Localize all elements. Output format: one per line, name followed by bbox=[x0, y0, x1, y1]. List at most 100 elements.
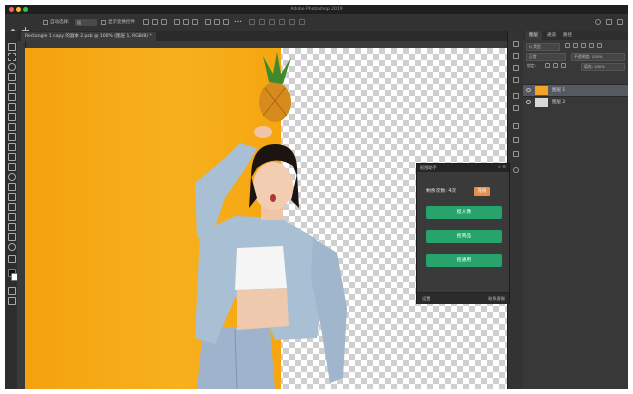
align-bottom-icon[interactable] bbox=[192, 19, 198, 25]
3d-scale-icon[interactable] bbox=[299, 19, 305, 25]
home-icon[interactable] bbox=[10, 19, 16, 34]
more-options-icon[interactable]: ••• bbox=[234, 19, 242, 26]
zoom-tool-icon[interactable] bbox=[8, 243, 16, 251]
move-tool-icon[interactable] bbox=[8, 43, 16, 51]
character-icon[interactable] bbox=[513, 105, 519, 111]
filter-adjust-icon[interactable] bbox=[573, 43, 578, 48]
filter-type-icon[interactable] bbox=[581, 43, 586, 48]
tab-paths[interactable]: 路径 bbox=[559, 31, 576, 40]
brushes-icon[interactable] bbox=[513, 65, 519, 71]
align-left-icon[interactable] bbox=[143, 19, 149, 25]
marquee-tool-icon[interactable] bbox=[8, 53, 16, 61]
brush-tool-icon[interactable] bbox=[8, 123, 16, 131]
document-tab-label: Rectangle 1 copy 的副本 2.psb @ 100% (图层 1,… bbox=[25, 34, 152, 39]
align-middle-icon[interactable] bbox=[183, 19, 189, 25]
layer-thumbnail bbox=[535, 86, 548, 95]
cutout-product-button[interactable]: 抠商品 bbox=[426, 230, 502, 243]
ai-icon[interactable] bbox=[513, 93, 519, 99]
quick-select-tool-icon[interactable] bbox=[8, 73, 16, 81]
opacity-value: 不透明度: 100% bbox=[574, 54, 603, 59]
blend-mode-value: 正常 bbox=[529, 54, 537, 59]
visibility-eye-icon[interactable] bbox=[526, 100, 531, 104]
eyedropper-tool-icon[interactable] bbox=[8, 103, 16, 111]
fill-field[interactable]: 填充: 100% bbox=[581, 63, 625, 71]
shape-tool-icon[interactable] bbox=[8, 223, 16, 231]
lasso-tool-icon[interactable] bbox=[8, 63, 16, 71]
plugin-title: 抠图助手 bbox=[420, 165, 437, 170]
distribute-icon[interactable] bbox=[205, 19, 211, 25]
show-transform-checkbox[interactable] bbox=[101, 20, 106, 25]
distribute-v-icon[interactable] bbox=[223, 19, 229, 25]
lock-position-icon[interactable] bbox=[553, 63, 558, 68]
screen-mode-icon[interactable] bbox=[8, 297, 16, 305]
settings-link[interactable]: 设置 bbox=[422, 293, 430, 304]
dodge-tool-icon[interactable] bbox=[8, 183, 16, 191]
lock-label: 锁定: bbox=[527, 63, 536, 68]
workspace-icon[interactable] bbox=[606, 19, 612, 25]
remaining-count: 剩余次数: 4次 bbox=[426, 189, 457, 194]
libraries-icon[interactable] bbox=[513, 137, 519, 143]
clone-stamp-tool-icon[interactable] bbox=[8, 133, 16, 141]
move-tool-icon[interactable] bbox=[22, 19, 29, 34]
filter-shape-icon[interactable] bbox=[589, 43, 594, 48]
cutout-general-label: 抠通用 bbox=[456, 258, 472, 263]
actions-icon[interactable] bbox=[513, 53, 519, 59]
frame-tool-icon[interactable] bbox=[8, 93, 16, 101]
filter-pixel-icon[interactable] bbox=[565, 43, 570, 48]
cutout-general-button[interactable]: 抠通用 bbox=[426, 254, 502, 267]
tab-channels[interactable]: 通道 bbox=[543, 31, 560, 40]
distribute-h-icon[interactable] bbox=[214, 19, 220, 25]
visibility-eye-icon[interactable] bbox=[526, 88, 531, 92]
cutout-portrait-button[interactable]: 抠人像 bbox=[426, 206, 502, 219]
search-icon[interactable] bbox=[595, 19, 601, 25]
layers-panel: 图层 通道 路径 Q 类型 正常 不透明度: 100% 锁定: 填充: 100%… bbox=[523, 31, 628, 389]
layer-thumbnail bbox=[535, 98, 548, 107]
gradient-tool-icon[interactable] bbox=[8, 163, 16, 171]
plugin-header: 抠图助手 « ≡ bbox=[417, 164, 509, 172]
auto-select-checkbox[interactable] bbox=[43, 20, 48, 25]
3d-roll-icon[interactable] bbox=[269, 19, 275, 25]
history-brush-tool-icon[interactable] bbox=[8, 143, 16, 151]
blend-mode-dropdown[interactable]: 正常 bbox=[526, 53, 566, 61]
recharge-button[interactable]: 充值 bbox=[474, 187, 490, 196]
filter-smart-icon[interactable] bbox=[597, 43, 602, 48]
panel-menu-icon[interactable]: « ≡ bbox=[498, 164, 506, 172]
3d-drag-icon[interactable] bbox=[279, 19, 285, 25]
crop-tool-icon[interactable] bbox=[8, 83, 16, 91]
lock-icon[interactable] bbox=[545, 63, 550, 68]
auto-select-target-dropdown[interactable]: 组 bbox=[75, 19, 97, 26]
layer-row[interactable]: 图层 1 bbox=[523, 84, 628, 96]
align-center-icon[interactable] bbox=[152, 19, 158, 25]
tab-layers[interactable]: 图层 bbox=[525, 31, 542, 40]
cutout-portrait-label: 抠人像 bbox=[456, 210, 472, 215]
photoshop-window: Adobe Photoshop 2019 自动选择: 组 显示变换控件 ••• bbox=[5, 5, 628, 389]
more-tools-icon[interactable] bbox=[8, 255, 16, 263]
properties-icon[interactable] bbox=[513, 151, 519, 157]
path-select-tool-icon[interactable] bbox=[8, 213, 16, 221]
3d-rotate-icon[interactable] bbox=[259, 19, 265, 25]
3d-mode-icon[interactable] bbox=[249, 19, 255, 25]
type-tool-icon[interactable] bbox=[8, 203, 16, 211]
layer-row[interactable]: 图层 2 bbox=[523, 96, 628, 108]
history-icon[interactable] bbox=[513, 41, 519, 47]
plugin-icon[interactable] bbox=[513, 167, 519, 173]
auto-select-target-value: 组 bbox=[77, 20, 81, 25]
align-top-icon[interactable] bbox=[174, 19, 180, 25]
healing-brush-tool-icon[interactable] bbox=[8, 113, 16, 121]
paragraph-icon[interactable] bbox=[513, 123, 519, 129]
contact-support-link[interactable]: 联系客服 bbox=[488, 293, 505, 304]
eraser-tool-icon[interactable] bbox=[8, 153, 16, 161]
document-tab[interactable]: Rectangle 1 copy 的副本 2.psb @ 100% (图层 1,… bbox=[21, 32, 156, 41]
share-icon[interactable] bbox=[617, 19, 623, 25]
opacity-field[interactable]: 不透明度: 100% bbox=[571, 53, 625, 61]
adjustments-icon[interactable] bbox=[513, 77, 519, 83]
lock-all-icon[interactable] bbox=[561, 63, 566, 68]
layer-kind-filter[interactable]: Q 类型 bbox=[526, 43, 560, 51]
align-right-icon[interactable] bbox=[161, 19, 167, 25]
blur-tool-icon[interactable] bbox=[8, 173, 16, 181]
pen-tool-icon[interactable] bbox=[8, 193, 16, 201]
quick-mask-icon[interactable] bbox=[8, 287, 16, 295]
hand-tool-icon[interactable] bbox=[8, 233, 16, 241]
fill-value: 填充: 100% bbox=[584, 64, 605, 69]
3d-slide-icon[interactable] bbox=[289, 19, 295, 25]
